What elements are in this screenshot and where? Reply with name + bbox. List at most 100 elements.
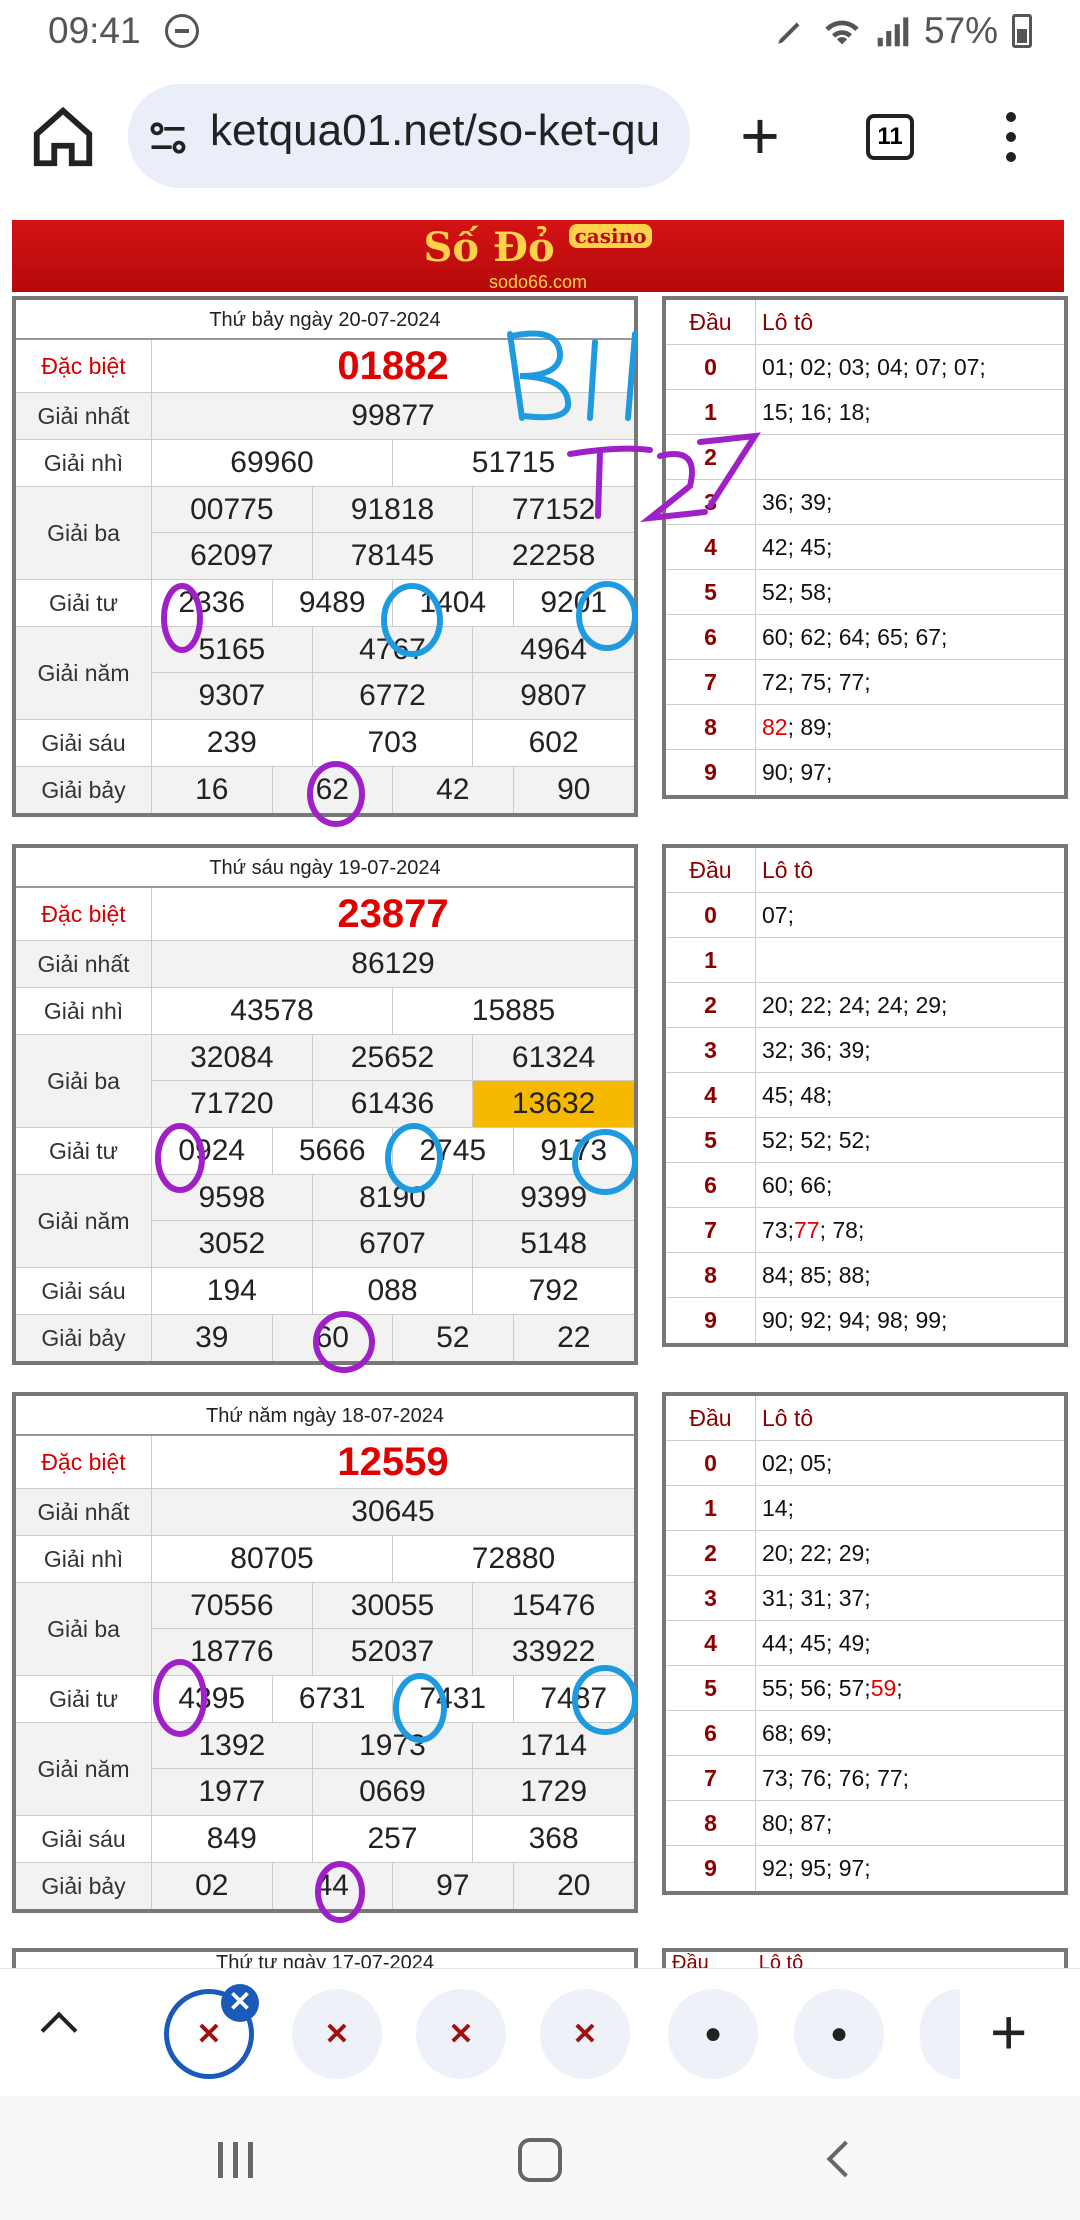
loto-table: Đầu Lô tô 0 07; 1 2 20; 22; 24; 24; 29; 3 32; 36… xyxy=(662,844,1068,1347)
loto-head-label: Đầu xyxy=(666,300,756,344)
prize-number: 61324 xyxy=(473,1035,634,1081)
loto-row: 3 32; 36; 39; xyxy=(666,1028,1064,1073)
new-tab-button[interactable]: + xyxy=(730,98,790,174)
loto-head: 1 xyxy=(666,1486,756,1530)
loto-row: 9 92; 95; 97; xyxy=(666,1846,1064,1891)
loto-text: ; 89; xyxy=(787,713,833,740)
prize-values: 4395 6731 7431 7487 xyxy=(152,1676,634,1722)
prize-values: 43578 15885 xyxy=(152,988,634,1034)
prize-number: 13632 xyxy=(473,1081,634,1127)
prize-number: 90 xyxy=(557,773,591,806)
prize-number: 703 xyxy=(313,720,474,766)
loto-head: 4 xyxy=(666,525,756,569)
loto-head-label: Đầu xyxy=(666,1396,756,1440)
sodo-banner[interactable]: Số Đỏ casino sodo66.com xyxy=(12,220,1064,292)
prize-values: 23877 xyxy=(152,888,634,940)
loto-head: 7 xyxy=(666,1756,756,1800)
tab-globe-2[interactable]: ● xyxy=(794,1989,884,2079)
loto-head: 6 xyxy=(666,1163,756,1207)
prize-label: Giải nhất xyxy=(16,941,152,987)
prize-number: 5148 xyxy=(520,1227,588,1260)
prize-number: 0669 xyxy=(313,1769,474,1815)
tab-ketqua-2[interactable]: ✕ xyxy=(292,1989,382,2079)
prize-number: 20 xyxy=(557,1869,591,1902)
prize-label: Giải sáu xyxy=(16,1268,152,1314)
results-table: Thứ sáu ngày 19-07-2024 Đặc biệt 23877 Giải… xyxy=(12,844,638,1365)
loto-row: 8 82; 89; xyxy=(666,705,1064,750)
loto-head: 0 xyxy=(666,893,756,937)
system-nav-bar xyxy=(0,2096,1080,2220)
prize-number: 602 xyxy=(528,726,579,759)
prize-label: Giải ba xyxy=(16,1035,152,1127)
prize-number: 01882 xyxy=(337,343,449,388)
prize-number: 5666 xyxy=(273,1128,393,1174)
loto-row: 1 xyxy=(666,938,1064,983)
loto-values: 52; 52; 52; xyxy=(762,1126,871,1153)
loto-values: 68; 69; xyxy=(762,1719,833,1746)
prize-number: 7431 xyxy=(393,1676,514,1722)
url-text: ketqua01.net/so-ket-qu xyxy=(210,106,661,155)
address-bar[interactable]: ketqua01.net/so-ket-qu xyxy=(128,84,690,188)
prize-number: 1714 xyxy=(473,1723,634,1769)
loto-values: 73; 77; 78; xyxy=(756,1208,1064,1252)
tab-switcher-button[interactable]: 11 xyxy=(866,114,914,160)
loto-table: Đầu Lô tô 0 01; 02; 03; 04; 07; 07; 1 15; 16;… xyxy=(662,296,1068,799)
prize-number: 22258 xyxy=(511,539,596,572)
battery-percent: 57% xyxy=(923,10,998,51)
prize-values: 80705 72880 xyxy=(152,1536,634,1582)
web-content: Số Đỏ casino sodo66.com Thứ bảy ngày 20-… xyxy=(0,206,1080,1968)
more-menu-icon[interactable] xyxy=(1003,112,1019,168)
tab-ketqua-4[interactable]: ✕ xyxy=(540,1989,630,2079)
loto-values: 92; 95; 97; xyxy=(762,1855,871,1881)
nav-home-icon[interactable] xyxy=(518,2138,562,2182)
tab-partial[interactable] xyxy=(920,1989,960,2079)
prize-number: 9807 xyxy=(520,679,588,712)
next-draw-header: Thứ tư ngày 17-07-2024 xyxy=(12,1948,638,1968)
loto-special-number: 59 xyxy=(870,1674,897,1701)
prize-values: 16 62 42 90 xyxy=(152,767,634,813)
prize-row: Giải tư 4395 6731 7431 7487 xyxy=(16,1676,634,1723)
prize-number: 194 xyxy=(152,1268,313,1314)
prize-label: Giải tư xyxy=(16,580,152,626)
loto-head: 2 xyxy=(666,435,756,479)
loto-head: 1 xyxy=(666,390,756,434)
loto-row: 5 52; 52; 52; xyxy=(666,1118,1064,1163)
loto-values: 20; 22; 24; 24; 29; xyxy=(762,991,948,1018)
results-table: Thứ bảy ngày 20-07-2024 Đặc biệt 01882 Giải… xyxy=(12,296,638,817)
prize-values: 0924 5666 2745 9173 xyxy=(152,1128,634,1174)
chevron-up-icon[interactable] xyxy=(40,2011,78,2049)
loto-values: 90; 97; xyxy=(762,759,833,785)
loto-row: 7 73; 77; 78; xyxy=(666,1208,1064,1253)
tab-ketqua-3[interactable]: ✕ xyxy=(416,1989,506,2079)
recents-icon[interactable] xyxy=(218,2142,263,2183)
home-icon[interactable] xyxy=(28,102,98,172)
back-icon[interactable] xyxy=(826,2140,864,2178)
site-settings-icon[interactable] xyxy=(146,116,190,160)
loto-row: 4 45; 48; xyxy=(666,1073,1064,1118)
loto-values xyxy=(756,938,1064,982)
prize-number: 42 xyxy=(393,767,514,813)
prize-values: 01882 xyxy=(152,340,634,392)
loto-head: 8 xyxy=(666,705,756,749)
prize-values: 86129 xyxy=(152,941,634,987)
prize-number: 6731 xyxy=(273,1676,393,1722)
prize-row: Giải nhì 69960 51715 xyxy=(16,440,634,487)
tab-ketqua-active[interactable]: ✕ ✕ xyxy=(164,1984,259,2079)
prize-number: 9307 xyxy=(152,673,313,719)
loto-row: 9 90; 92; 94; 98; 99; xyxy=(666,1298,1064,1343)
tab-globe-1[interactable]: ● xyxy=(668,1989,758,2079)
loto-row: 7 72; 75; 77; xyxy=(666,660,1064,705)
add-tab-button[interactable]: + xyxy=(990,1995,1027,2069)
loto-row: 7 73; 76; 76; 77; xyxy=(666,1756,1064,1801)
prize-values: 1392 1973 1714 1977 0669 1729 xyxy=(152,1723,634,1815)
loto-head: 3 xyxy=(666,1028,756,1072)
prize-number: 6707 xyxy=(313,1221,474,1267)
prize-values: 5165 4767 4964 9307 6772 9807 xyxy=(152,627,634,719)
prize-number: 51715 xyxy=(471,446,556,479)
prize-number: 23877 xyxy=(337,891,449,936)
prize-row: Giải nhất 86129 xyxy=(16,941,634,988)
loto-row: 2 20; 22; 29; xyxy=(666,1531,1064,1576)
prize-number: 15476 xyxy=(473,1583,634,1629)
close-tab-icon[interactable]: ✕ xyxy=(221,1984,259,2022)
prize-number: 22 xyxy=(557,1321,591,1354)
